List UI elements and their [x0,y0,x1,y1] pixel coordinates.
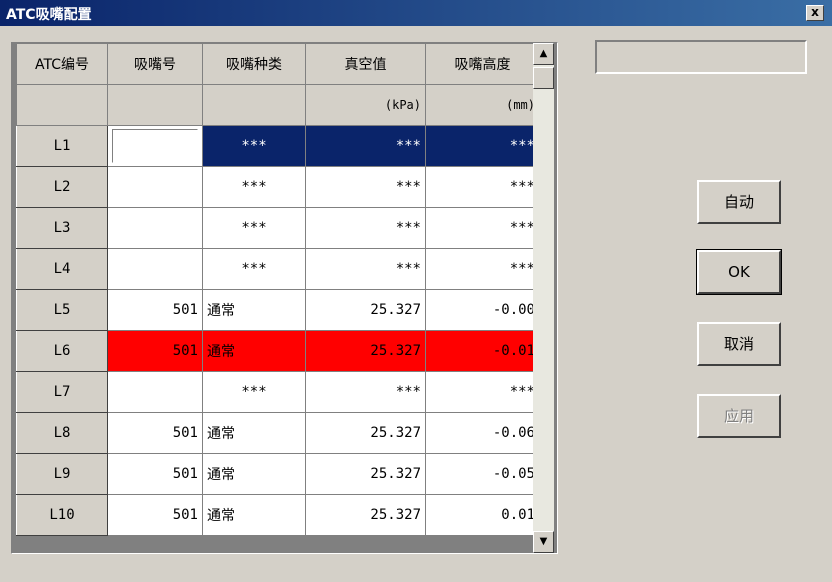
table-row[interactable]: L3 *** *** *** [16,207,540,249]
cell-nozzle[interactable]: 501 [107,289,203,331]
row-header-atc[interactable]: L1 [16,125,108,167]
cell-height[interactable]: *** [425,166,540,208]
nozzle-table: ATC编号 吸嘴号 吸嘴种类 真空值 吸嘴高度 (kPa) (mm) L1 ***… [11,42,558,554]
window-title: ATC吸嘴配置 [6,7,92,23]
cell-type[interactable]: *** [202,371,306,413]
unit-vacuum: (kPa) [305,84,426,126]
cell-vacuum[interactable]: *** [305,371,426,413]
cell-vacuum[interactable]: 25.327 [305,494,426,536]
row-header-atc[interactable]: L6 [16,330,108,372]
cell-type[interactable]: *** [202,166,306,208]
scroll-thumb[interactable] [533,67,554,89]
scroll-up-button[interactable]: ▲ [533,43,554,65]
row-header-atc[interactable]: L7 [16,371,108,413]
scroll-down-button[interactable]: ▼ [533,531,554,553]
cell-type[interactable]: 通常 [202,330,306,372]
cell-nozzle[interactable] [107,207,203,249]
table-row[interactable]: L2 *** *** *** [16,166,540,208]
cell-nozzle[interactable] [107,166,203,208]
cell-vacuum[interactable]: 25.327 [305,412,426,454]
cell-height[interactable]: *** [425,371,540,413]
table-row[interactable]: L6 501 通常 25.327 -0.01 [16,330,540,372]
cell-nozzle[interactable]: 501 [107,494,203,536]
status-display [595,40,807,74]
row-header-atc[interactable]: L8 [16,412,108,454]
auto-button[interactable]: 自动 [697,180,781,224]
cell-nozzle[interactable]: 501 [107,412,203,454]
cell-type[interactable]: 通常 [202,453,306,495]
cell-vacuum[interactable]: *** [305,248,426,290]
cell-type[interactable]: 通常 [202,412,306,454]
cell-vacuum[interactable]: *** [305,207,426,249]
row-header-atc[interactable]: L3 [16,207,108,249]
arrow-down-icon: ▼ [539,536,548,547]
cell-vacuum[interactable]: *** [305,125,426,167]
cell-height[interactable]: -0.06 [425,412,540,454]
cell-height[interactable]: *** [425,125,540,167]
cell-type[interactable]: 通常 [202,289,306,331]
column-header-height[interactable]: 吸嘴高度 [425,43,540,85]
table-row[interactable]: L1 *** *** *** [16,125,540,167]
unit-nozzle [107,84,203,126]
table-row[interactable]: L8 501 通常 25.327 -0.06 [16,412,540,454]
row-header-atc[interactable]: L9 [16,453,108,495]
cell-height[interactable]: *** [425,207,540,249]
cell-vacuum[interactable]: 25.327 [305,289,426,331]
cell-vacuum[interactable]: 25.327 [305,330,426,372]
cell-type[interactable]: 通常 [202,494,306,536]
arrow-up-icon: ▲ [539,48,548,59]
cell-height[interactable]: -0.01 [425,330,540,372]
close-icon: x [811,5,819,19]
table-row[interactable]: L9 501 通常 25.327 -0.05 [16,453,540,495]
row-header-atc[interactable]: L2 [16,166,108,208]
cell-nozzle[interactable]: 501 [107,330,203,372]
unit-atc [16,84,108,126]
cell-nozzle[interactable] [107,125,203,167]
unit-type [202,84,306,126]
cell-type[interactable]: *** [202,125,306,167]
cancel-button[interactable]: 取消 [697,322,781,366]
cell-nozzle[interactable] [107,248,203,290]
apply-button[interactable]: 应用 [697,394,781,438]
column-header-nozzle[interactable]: 吸嘴号 [107,43,203,85]
cell-height[interactable]: 0.01 [425,494,540,536]
title-bar: ATC吸嘴配置 x [0,0,832,26]
table-row[interactable]: L4 *** *** *** [16,248,540,290]
cell-nozzle[interactable] [107,371,203,413]
table-row[interactable]: L7 *** *** *** [16,371,540,413]
column-header-type[interactable]: 吸嘴种类 [202,43,306,85]
cell-vacuum[interactable]: *** [305,166,426,208]
unit-row: (kPa) (mm) [16,84,540,126]
cell-vacuum[interactable]: 25.327 [305,453,426,495]
cell-type[interactable]: *** [202,207,306,249]
row-header-atc[interactable]: L4 [16,248,108,290]
cell-height[interactable]: *** [425,248,540,290]
column-header-atc[interactable]: ATC编号 [16,43,108,85]
row-header-atc[interactable]: L10 [16,494,108,536]
ok-button[interactable]: OK [696,249,782,295]
close-button[interactable]: x [806,5,824,21]
cell-nozzle[interactable]: 501 [107,453,203,495]
row-header-atc[interactable]: L5 [16,289,108,331]
vertical-scrollbar[interactable]: ▲ ▼ [533,43,554,553]
cell-type[interactable]: *** [202,248,306,290]
table-row[interactable]: L5 501 通常 25.327 -0.00 [16,289,540,331]
nozzle-grid: ATC编号 吸嘴号 吸嘴种类 真空值 吸嘴高度 (kPa) (mm) L1 ***… [16,43,540,536]
cell-height[interactable]: -0.00 [425,289,540,331]
table-row[interactable]: L10 501 通常 25.327 0.01 [16,494,540,536]
cell-height[interactable]: -0.05 [425,453,540,495]
unit-height: (mm) [425,84,540,126]
nozzle-edit-input[interactable] [112,129,198,163]
header-row: ATC编号 吸嘴号 吸嘴种类 真空值 吸嘴高度 [16,43,540,85]
column-header-vacuum[interactable]: 真空值 [305,43,426,85]
